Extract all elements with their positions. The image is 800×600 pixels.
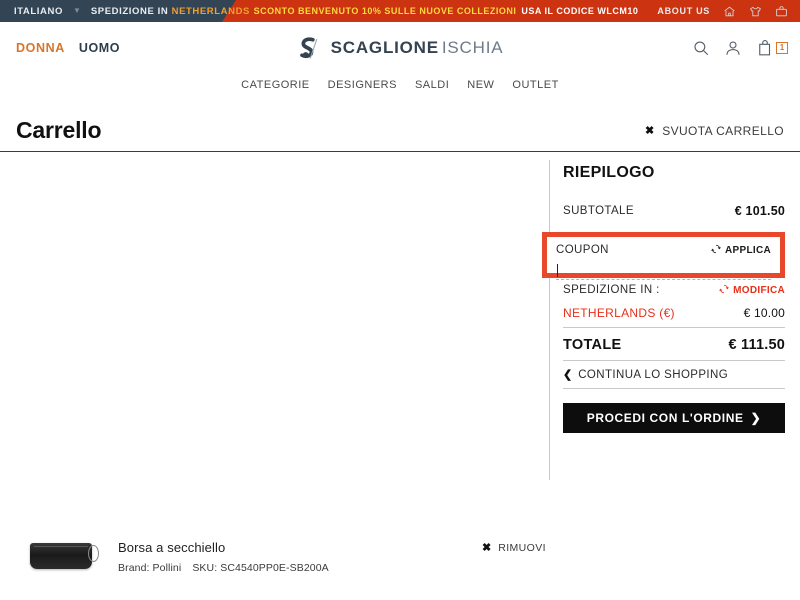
site-logo[interactable]: SCAGLIONE ISCHIA bbox=[297, 35, 504, 62]
product-name[interactable]: Borsa a secchiello bbox=[118, 540, 329, 555]
checkout-button[interactable]: PROCEDI CON L'ORDINE ❯ bbox=[563, 403, 785, 433]
close-x-icon: ✖ bbox=[644, 125, 655, 137]
cart-content: RIEPILOGO SUBTOTALE € 101.50 COUPON APPL… bbox=[0, 152, 800, 502]
logo-mark-icon bbox=[297, 35, 324, 62]
shipping-block: SPEDIZIONE IN : MODIFICA NETHERLANDS (€) bbox=[563, 281, 785, 328]
chevron-left-icon: ❮ bbox=[563, 369, 573, 381]
summary-divider bbox=[549, 160, 550, 480]
cart-item-row: Borsa a secchiello Brand: Pollini SKU: S… bbox=[0, 512, 800, 600]
gender-nav: DONNA UOMO bbox=[16, 41, 120, 55]
logo-wordmark: SCAGLIONE ISCHIA bbox=[331, 38, 504, 58]
summary-title: RIEPILOGO bbox=[563, 164, 655, 181]
about-us-link[interactable]: ABOUT US bbox=[657, 6, 710, 16]
logo-secondary-text: ISCHIA bbox=[441, 38, 504, 57]
order-summary-panel: RIEPILOGO SUBTOTALE € 101.50 COUPON APPL… bbox=[542, 164, 785, 433]
site-header: DONNA UOMO SCAGLIONE ISCHIA 1 bbox=[0, 22, 800, 74]
home-icon[interactable] bbox=[723, 5, 736, 18]
cart-button[interactable]: 1 bbox=[756, 39, 788, 57]
cart-page: ITALIANO ▼ SPEDIZIONE IN NETHERLANDS SCO… bbox=[0, 0, 800, 600]
refresh-icon bbox=[711, 241, 721, 259]
coupon-label: COUPON bbox=[556, 244, 609, 256]
user-icon[interactable] bbox=[724, 39, 742, 57]
product-info: Borsa a secchiello Brand: Pollini SKU: S… bbox=[118, 540, 329, 574]
shopping-bag-icon bbox=[756, 39, 774, 57]
topbar-right-group: ABOUT US bbox=[657, 0, 788, 22]
remove-item-button[interactable]: ✖ RIMUOVI bbox=[482, 541, 546, 555]
promo-main-text: SCONTO BENVENUTO 10% SULLE NUOVE COLLEZI… bbox=[253, 6, 517, 16]
total-value: € 111.50 bbox=[728, 337, 785, 353]
checkout-label: PROCEDI CON L'ORDINE bbox=[586, 411, 744, 425]
shipping-prefix-text: SPEDIZIONE IN bbox=[90, 5, 169, 17]
search-icon[interactable] bbox=[692, 39, 710, 57]
product-sku: SKU: SC4540PP0E-SB200A bbox=[192, 562, 329, 574]
remove-item-label: RIMUOVI bbox=[498, 541, 546, 554]
continue-shopping-row: ❮ CONTINUA LO SHOPPING bbox=[563, 361, 785, 389]
shipping-country-row: NETHERLANDS (€) € 10.00 bbox=[563, 306, 785, 328]
nav-item-outlet[interactable]: OUTLET bbox=[512, 79, 558, 91]
coupon-field-wrapper bbox=[556, 264, 771, 281]
subtotal-label: SUBTOTALE bbox=[563, 205, 634, 217]
nav-item-saldi[interactable]: SALDI bbox=[415, 79, 449, 91]
subtotal-value: € 101.50 bbox=[734, 204, 785, 218]
coupon-header: COUPON APPLICA bbox=[556, 241, 771, 259]
cart-count-badge: 1 bbox=[776, 42, 788, 54]
bag-icon[interactable] bbox=[775, 5, 788, 18]
tshirt-icon[interactable] bbox=[749, 5, 762, 18]
nav-item-new[interactable]: NEW bbox=[467, 79, 494, 91]
coupon-inner: COUPON APPLICA bbox=[547, 237, 780, 281]
continue-shopping-label: CONTINUA LO SHOPPING bbox=[578, 368, 729, 381]
empty-cart-label: SVUOTA CARRELLO bbox=[662, 123, 784, 138]
product-thumbnail[interactable] bbox=[22, 532, 100, 580]
language-selector[interactable]: ITALIANO bbox=[14, 6, 63, 17]
top-utility-bar: ITALIANO ▼ SPEDIZIONE IN NETHERLANDS SCO… bbox=[0, 0, 800, 22]
subtotal-row: SUBTOTALE € 101.50 bbox=[563, 204, 785, 225]
edit-shipping-button[interactable]: MODIFICA bbox=[719, 281, 785, 299]
shipping-destination-label[interactable]: SPEDIZIONE IN NETHERLANDS bbox=[91, 6, 250, 17]
product-bag-thumbnail bbox=[30, 543, 99, 569]
header-icon-group: 1 bbox=[692, 39, 788, 57]
text-cursor bbox=[557, 264, 558, 277]
shipping-country-value: NETHERLANDS (€) bbox=[563, 306, 675, 320]
apply-coupon-button[interactable]: APPLICA bbox=[711, 241, 771, 259]
chevron-right-icon: ❯ bbox=[750, 411, 762, 425]
close-x-icon: ✖ bbox=[482, 542, 492, 554]
total-row: TOTALE € 111.50 bbox=[563, 328, 785, 361]
coupon-input[interactable] bbox=[556, 267, 771, 281]
chevron-down-icon[interactable]: ▼ bbox=[73, 7, 81, 15]
category-nav: CATEGORIE DESIGNERS SALDI NEW OUTLET bbox=[0, 74, 800, 96]
promo-banner-inner: SCONTO BENVENUTO 10% SULLE NUOVE COLLEZI… bbox=[222, 0, 670, 22]
refresh-icon bbox=[719, 281, 730, 299]
product-meta: Brand: Pollini SKU: SC4540PP0E-SB200A bbox=[118, 562, 329, 574]
product-brand: Brand: Pollini bbox=[118, 562, 182, 574]
gender-tab-women[interactable]: DONNA bbox=[16, 41, 65, 55]
coupon-section: COUPON APPLICA bbox=[542, 232, 785, 281]
page-title: Carrello bbox=[16, 117, 102, 143]
topbar-left-group: ITALIANO ▼ SPEDIZIONE IN NETHERLANDS bbox=[0, 0, 250, 22]
empty-cart-button[interactable]: ✖ SVUOTA CARRELLO bbox=[645, 124, 784, 138]
logo-primary-text: SCAGLIONE bbox=[330, 38, 439, 57]
shipping-label: SPEDIZIONE IN : bbox=[563, 284, 660, 296]
shipping-header-row: SPEDIZIONE IN : MODIFICA bbox=[563, 281, 785, 306]
edit-shipping-label: MODIFICA bbox=[733, 284, 785, 296]
nav-item-designers[interactable]: DESIGNERS bbox=[328, 79, 397, 91]
shipping-country-text: NETHERLANDS bbox=[171, 5, 250, 17]
total-label: TOTALE bbox=[563, 337, 622, 353]
apply-coupon-label: APPLICA bbox=[725, 244, 771, 256]
continue-shopping-button[interactable]: ❮ CONTINUA LO SHOPPING bbox=[563, 361, 785, 388]
gender-tab-men[interactable]: UOMO bbox=[79, 41, 120, 55]
promo-code-text: USA IL CODICE WLCM10 bbox=[521, 6, 639, 16]
shipping-cost-value: € 10.00 bbox=[743, 306, 785, 320]
nav-item-categorie[interactable]: CATEGORIE bbox=[241, 79, 309, 91]
page-title-bar: Carrello ✖ SVUOTA CARRELLO bbox=[0, 110, 800, 152]
